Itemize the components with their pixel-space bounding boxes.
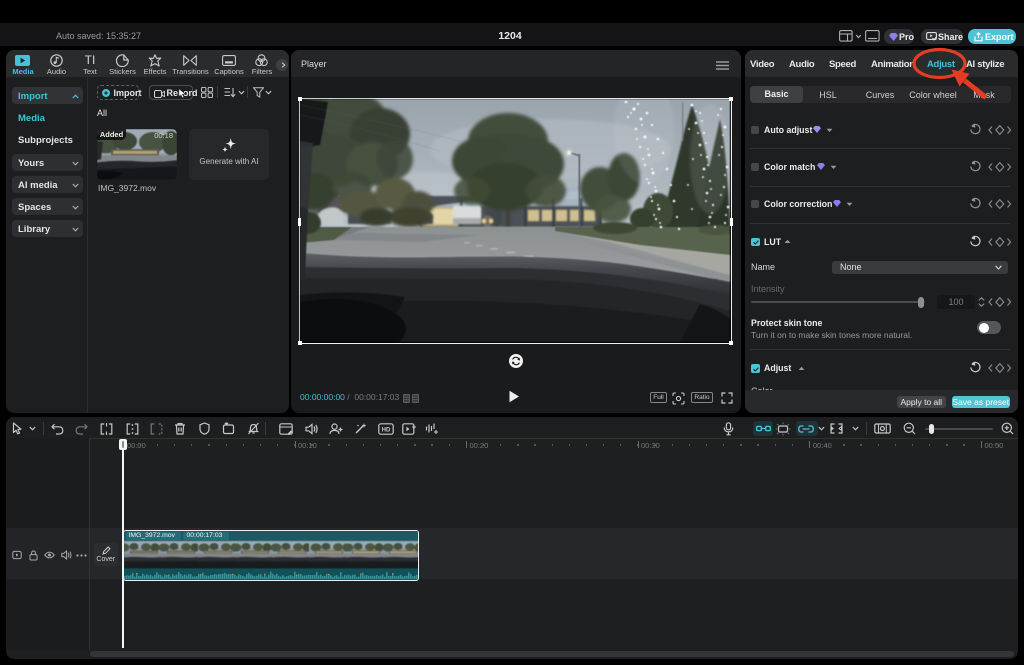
svg-text:HD: HD bbox=[382, 427, 391, 433]
